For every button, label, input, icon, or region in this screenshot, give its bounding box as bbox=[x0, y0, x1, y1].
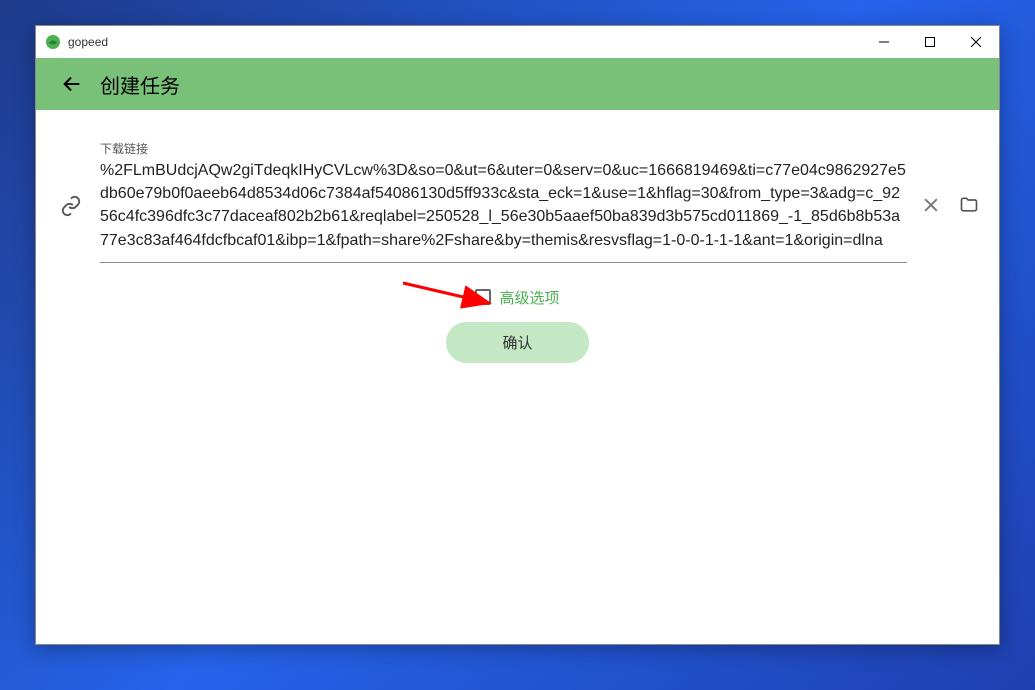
folder-button[interactable] bbox=[959, 195, 979, 215]
options-row: 高级选项 bbox=[56, 287, 979, 308]
url-input-row: 下载链接 %2FLmBUdcjAQw2giTdeqkIHyCVLcw%3D&so… bbox=[56, 140, 979, 263]
window-controls bbox=[861, 26, 999, 58]
link-icon bbox=[56, 140, 86, 217]
url-input[interactable]: %2FLmBUdcjAQw2giTdeqkIHyCVLcw%3D&so=0&ut… bbox=[100, 159, 907, 263]
minimize-button[interactable] bbox=[861, 26, 907, 58]
titlebar: gopeed bbox=[36, 26, 999, 58]
input-actions bbox=[921, 140, 979, 215]
close-button[interactable] bbox=[953, 26, 999, 58]
header-bar: 创建任务 bbox=[36, 58, 999, 110]
clear-button[interactable] bbox=[921, 195, 941, 215]
app-window: gopeed 创建任务 bbox=[35, 25, 1000, 645]
url-input-wrap[interactable]: 下载链接 %2FLmBUdcjAQw2giTdeqkIHyCVLcw%3D&so… bbox=[100, 140, 907, 263]
confirm-button[interactable]: 确认 bbox=[446, 322, 588, 363]
advanced-options-label[interactable]: 高级选项 bbox=[499, 287, 559, 308]
app-logo-icon bbox=[44, 33, 62, 51]
confirm-row: 确认 bbox=[56, 322, 979, 363]
url-label: 下载链接 bbox=[100, 140, 907, 157]
app-title: gopeed bbox=[68, 35, 861, 49]
back-button[interactable] bbox=[52, 64, 92, 104]
page-title: 创建任务 bbox=[100, 70, 180, 99]
advanced-checkbox[interactable] bbox=[475, 289, 491, 305]
maximize-button[interactable] bbox=[907, 26, 953, 58]
content-area: 下载链接 %2FLmBUdcjAQw2giTdeqkIHyCVLcw%3D&so… bbox=[36, 110, 999, 393]
